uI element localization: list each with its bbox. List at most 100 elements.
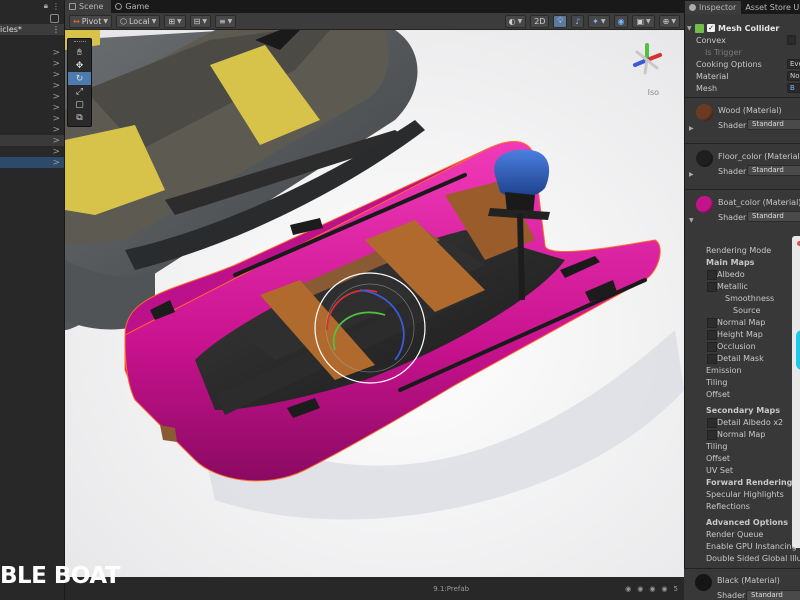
chevron-right-icon[interactable]: >	[52, 59, 60, 69]
hierarchy-search[interactable]	[0, 12, 64, 24]
offset-2-row[interactable]: Offset	[685, 452, 800, 464]
chevron-right-icon[interactable]: >	[52, 103, 60, 113]
hierarchy-item[interactable]: >	[0, 135, 64, 146]
mesh-collider-header[interactable]: ▼ ✓ Mesh Collider	[685, 22, 800, 34]
chevron-right-icon[interactable]: >	[52, 81, 60, 91]
hierarchy-item[interactable]: >	[0, 47, 64, 58]
hierarchy-item[interactable]: >	[0, 91, 64, 102]
tiling-2-row[interactable]: Tiling	[685, 440, 800, 452]
albedo-row[interactable]: Albedo	[685, 268, 800, 280]
specular-highlights-row[interactable]: Specular Highlights	[685, 488, 800, 500]
mesh-field[interactable]: B	[787, 83, 800, 93]
chevron-down-icon[interactable]: ▼	[687, 25, 692, 32]
material-block[interactable]: Wood (Material) Shader Standard ▶	[685, 98, 800, 144]
convex-checkbox[interactable]	[787, 35, 796, 45]
local-dropdown[interactable]: ⬡︎ Local ▼	[115, 14, 161, 28]
chevron-right-icon[interactable]: >	[52, 114, 60, 124]
chevron-right-icon[interactable]: >	[52, 147, 60, 157]
popup-color-swatch[interactable]	[796, 330, 800, 370]
hand-tool-icon[interactable]: ✋︎	[68, 46, 91, 59]
material-black[interactable]: Black (Material) Shader Standard	[684, 568, 800, 600]
scene-viewport[interactable]: ✋︎ ✥ ↻ ⤢ ▢ ⧉ Iso	[65, 30, 684, 577]
gizmos-dropdown[interactable]: ⊕ ▼	[658, 14, 680, 28]
draw-mode-dropdown[interactable]: ◐ ▼	[504, 14, 527, 28]
hierarchy-item[interactable]: >	[0, 80, 64, 91]
search-icon[interactable]	[50, 13, 59, 23]
hierarchy-item[interactable]: >	[0, 102, 64, 113]
scale-tool-icon[interactable]: ⤢	[68, 85, 91, 98]
chevron-right-icon[interactable]: ▶	[689, 171, 694, 178]
hierarchy-item[interactable]: >	[0, 146, 64, 157]
chevron-right-icon[interactable]: >	[52, 125, 60, 135]
tab-game[interactable]: Game	[111, 0, 157, 13]
material-shader-dropdown[interactable]: Standard	[747, 165, 800, 176]
chevron-right-icon[interactable]: >	[52, 136, 60, 146]
lighting-toggle[interactable]: 💡︎	[553, 14, 568, 28]
tab-scene[interactable]: Scene	[65, 0, 112, 13]
occlusion-row[interactable]: Occlusion	[685, 340, 800, 352]
chevron-down-icon[interactable]: ▼	[689, 217, 694, 224]
hierarchy-item[interactable]: >	[0, 69, 64, 80]
detail-mask-row[interactable]: Detail Mask	[685, 352, 800, 364]
material-block[interactable]: Boat_color (Material) Shader Standard ▼	[685, 190, 800, 236]
metallic-row[interactable]: Metallic	[685, 280, 800, 292]
chevron-right-icon[interactable]: ▶	[689, 125, 694, 132]
chevron-right-icon[interactable]: >	[52, 70, 60, 80]
lock-icon[interactable]: 🔒︎	[44, 1, 48, 11]
tool-palette-grip[interactable]	[73, 41, 86, 45]
align-button[interactable]: ≡ ▼	[214, 14, 237, 28]
chevron-right-icon[interactable]: >	[52, 92, 60, 102]
toggle-2d-button[interactable]: 2D	[530, 14, 550, 28]
material-shader-dropdown[interactable]: Standard	[747, 119, 800, 130]
rect-tool-icon[interactable]: ▢	[68, 98, 91, 111]
detail-albedo-row[interactable]: Detail Albedo x2	[685, 416, 800, 428]
tiling-row[interactable]: Tiling	[685, 376, 800, 388]
camera-dropdown[interactable]: ▣ ▼	[632, 14, 655, 28]
mesh-collider-enabled-checkbox[interactable]: ✓	[707, 24, 715, 32]
menu-icon[interactable]: ⋮	[52, 2, 60, 11]
material-black-shader-dropdown[interactable]: Standard	[746, 590, 800, 600]
hierarchy-item[interactable]: >	[0, 58, 64, 69]
emission-row[interactable]: Emission	[685, 364, 800, 376]
hierarchy-item[interactable]: >	[0, 157, 64, 168]
smoothness-row[interactable]: Smoothness	[685, 292, 800, 304]
hierarchy-scene-row[interactable]: icles* ⋮	[0, 24, 64, 35]
tab-asset-store[interactable]: Asset Store Up	[741, 1, 800, 14]
tab-inspector[interactable]: Inspector	[685, 1, 742, 14]
rendering-mode-row[interactable]: Rendering Mode	[685, 244, 800, 256]
effects-dropdown[interactable]: ✦ ▼	[588, 14, 610, 28]
chevron-right-icon[interactable]: >	[52, 158, 60, 168]
material-shader-dropdown[interactable]: Standard	[747, 211, 800, 222]
double-sided-gi-row[interactable]: Double Sided Global Illum	[685, 552, 800, 564]
material-black-name: Black (Material)	[717, 576, 780, 585]
transform-tool-icon[interactable]: ⧉	[68, 111, 91, 124]
uv-set-row[interactable]: UV Set	[685, 464, 800, 476]
effects-icon: ✦	[592, 16, 599, 26]
hidden-objects-toggle[interactable]: ◉	[613, 14, 629, 28]
material-field[interactable]: Nor	[787, 71, 800, 81]
rotate-tool-icon[interactable]: ↻	[68, 72, 91, 85]
scene-menu-icon[interactable]: ⋮	[52, 25, 60, 34]
snap-increment-button[interactable]: ⊟ ▼	[189, 14, 211, 28]
reflections-row[interactable]: Reflections	[685, 500, 800, 512]
lightbulb-icon: 💡︎	[557, 16, 564, 25]
render-queue-row[interactable]: Render Queue	[685, 528, 800, 540]
source-row[interactable]: Source	[685, 304, 800, 316]
cooking-options-dropdown[interactable]: Eve	[787, 59, 800, 69]
gpu-instancing-row[interactable]: Enable GPU Instancing	[685, 540, 800, 552]
chevron-right-icon[interactable]: >	[52, 48, 60, 58]
pivot-dropdown[interactable]: ↔︎ Pivot ▼	[69, 14, 112, 28]
move-tool-icon[interactable]: ✥	[68, 59, 91, 72]
source-label: Source	[733, 305, 761, 315]
color-picker-popup[interactable]	[792, 236, 800, 548]
material-block[interactable]: Floor_color (Material) Shader Standard ▶	[685, 144, 800, 190]
normal-map-row[interactable]: Normal Map	[685, 316, 800, 328]
offset-row[interactable]: Offset	[685, 388, 800, 400]
height-map-row[interactable]: Height Map	[685, 328, 800, 340]
normal-map-2-row[interactable]: Normal Map	[685, 428, 800, 440]
grid-snap-button[interactable]: ⊞ ▼	[164, 14, 186, 28]
projection-label[interactable]: Iso	[648, 88, 659, 97]
hierarchy-item[interactable]: >	[0, 113, 64, 124]
hierarchy-item[interactable]: >	[0, 124, 64, 135]
audio-toggle[interactable]: ♪	[571, 14, 585, 28]
